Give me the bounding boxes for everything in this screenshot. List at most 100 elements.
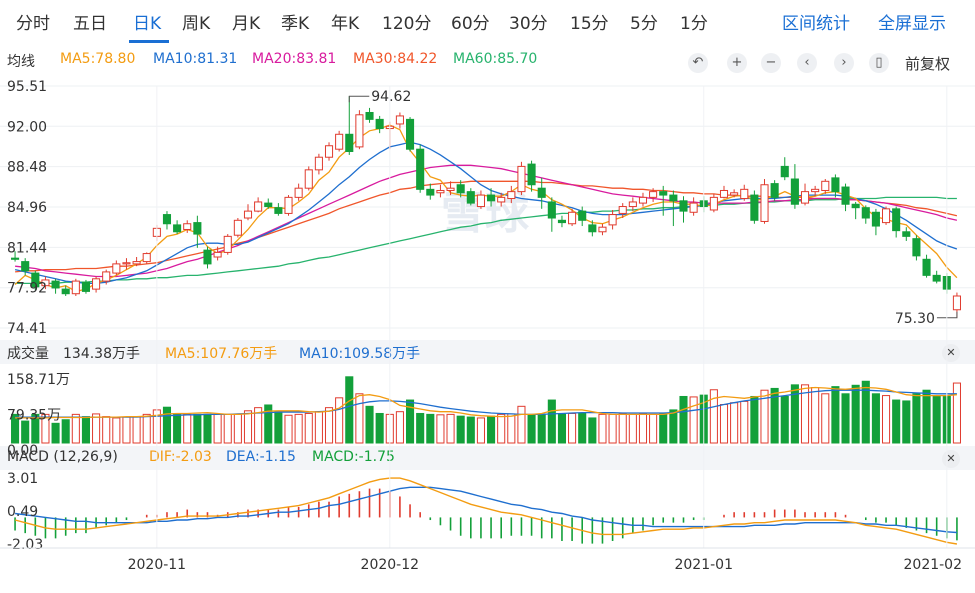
candle-body	[335, 133, 344, 150]
volume-bar	[780, 395, 789, 444]
date-tick-label: 2020-11	[128, 557, 187, 573]
candle-body	[649, 191, 658, 198]
volume-bar	[426, 413, 435, 444]
candle-body	[223, 235, 232, 253]
candle-body	[669, 194, 678, 202]
volume-bar	[598, 413, 607, 444]
volume-bar	[932, 395, 941, 444]
candle-body	[476, 194, 485, 208]
volume-bar	[588, 417, 597, 444]
candle-body	[932, 274, 941, 282]
candle-body	[51, 280, 60, 289]
volume-bar	[132, 416, 141, 444]
volume-bar	[487, 415, 496, 444]
macd-tick-label: 3.01	[7, 471, 38, 487]
price-tick-label: 92.00	[7, 119, 47, 135]
volume-bar	[952, 382, 961, 444]
candle-body	[324, 145, 334, 158]
candle-body	[102, 271, 111, 282]
high-marker	[348, 95, 370, 103]
price-tick-label: 88.48	[7, 160, 47, 176]
volume-bar	[497, 413, 506, 444]
candle-body	[254, 201, 263, 212]
candle-body	[466, 191, 475, 204]
candle-body	[71, 280, 80, 295]
candle-body	[355, 114, 364, 148]
volume-bar	[628, 413, 637, 444]
volume-bar	[476, 417, 485, 444]
volume-bar	[537, 413, 546, 444]
volume-bar	[527, 414, 536, 444]
candle-body	[719, 189, 729, 198]
candle-body	[122, 262, 131, 265]
volume-bar	[233, 413, 242, 444]
volume-bar	[649, 413, 658, 444]
volume-bar	[162, 406, 172, 444]
volume-bar	[203, 413, 212, 444]
candle-body	[405, 118, 415, 150]
candle-body	[659, 191, 668, 196]
volume-bar	[892, 399, 901, 444]
volume-tick-label: 0.00	[7, 443, 38, 459]
volume-bar	[416, 412, 425, 444]
volume-bar	[821, 393, 830, 444]
volume-bar	[213, 413, 222, 444]
candle-body	[689, 202, 698, 213]
price-tick-label: 77.92	[7, 281, 47, 297]
candle-body	[527, 163, 536, 186]
candle-body	[740, 188, 749, 200]
volume-bar	[568, 412, 577, 444]
candle-body	[709, 196, 718, 211]
candle-body	[375, 118, 384, 130]
volume-bar	[112, 417, 121, 444]
volume-bar	[608, 413, 617, 444]
volume-bar	[831, 386, 840, 444]
candle-body	[892, 208, 901, 232]
candle-body	[446, 187, 455, 191]
candle-body	[193, 222, 202, 235]
candle-body	[456, 184, 465, 194]
candle-body	[487, 194, 496, 202]
candle-body	[416, 148, 425, 190]
candle-body	[881, 208, 891, 224]
volume-bar	[719, 404, 729, 444]
candle-body	[568, 211, 577, 225]
candle-body	[294, 187, 303, 198]
candle-body	[841, 186, 850, 205]
volume-bar	[304, 412, 313, 444]
candle-body	[811, 188, 820, 193]
candle-body	[61, 288, 70, 295]
candle-body	[233, 219, 242, 236]
candle-body	[760, 184, 769, 222]
candle-body	[608, 214, 617, 226]
candle-body	[142, 253, 151, 263]
stock-chart[interactable]: 雪球94.6275.3095.5192.0088.4884.9681.4477.…	[0, 0, 975, 593]
candle-body	[183, 223, 192, 230]
price-tick-label: 95.51	[7, 79, 47, 95]
volume-bar	[547, 399, 556, 444]
volume-bar	[21, 420, 30, 444]
volume-bar	[51, 422, 60, 444]
volume-bar	[92, 413, 101, 444]
candle-body	[952, 295, 961, 311]
volume-bar	[102, 416, 111, 444]
price-tick-label: 74.41	[7, 321, 47, 337]
volume-bar	[365, 405, 374, 444]
candle-body	[821, 180, 830, 191]
candle-body	[679, 200, 688, 212]
macd-tick-label: 0.49	[7, 504, 38, 520]
candle-body	[912, 238, 921, 257]
candle-body	[132, 261, 141, 265]
candle-body	[790, 178, 799, 205]
volume-bar	[122, 416, 131, 444]
candle-body	[588, 224, 597, 233]
volume-bar	[142, 413, 151, 444]
candle-body	[780, 165, 789, 178]
volume-bar	[750, 395, 759, 444]
volume-bar	[689, 396, 698, 444]
date-tick-label: 2021-02	[904, 557, 963, 573]
candle-body	[497, 196, 506, 203]
volume-bar	[557, 413, 567, 444]
volume-bar	[294, 413, 303, 444]
candle-body	[11, 257, 20, 260]
